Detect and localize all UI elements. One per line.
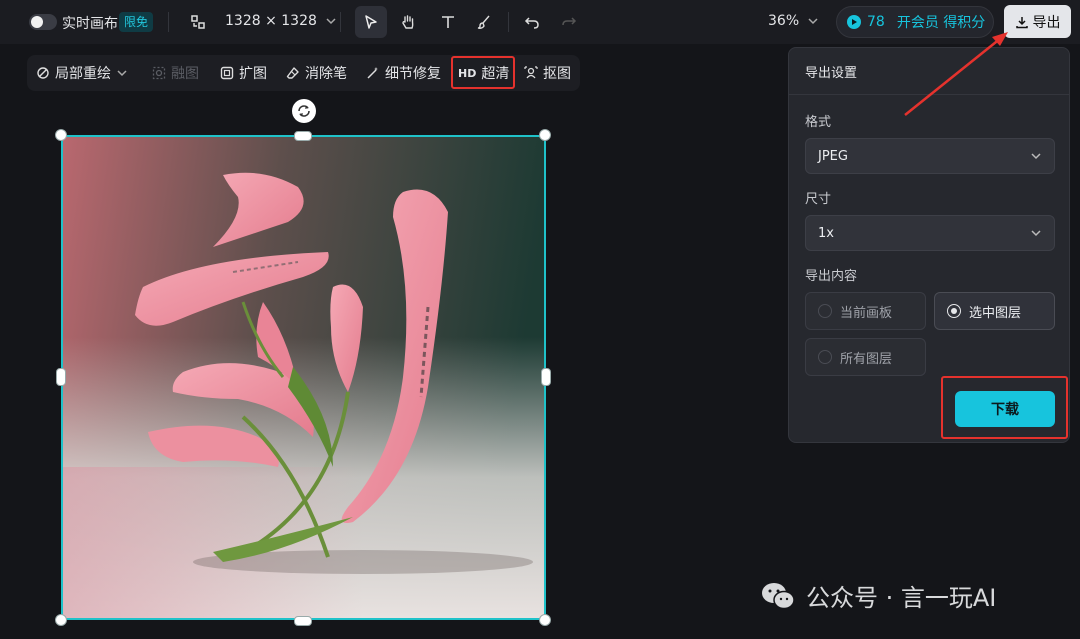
watermark-text: 公众号 · 言一玩AI — [806, 584, 997, 612]
annotation-arrow — [904, 32, 1008, 116]
wechat-icon — [762, 582, 795, 609]
watermark: 公众号 · 言一玩AI — [760, 578, 996, 613]
